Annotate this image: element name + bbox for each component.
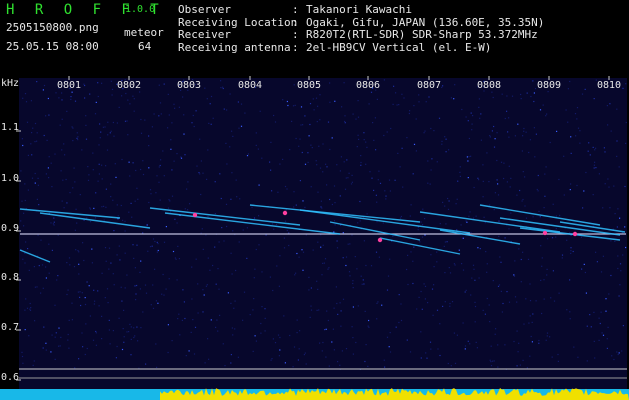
hroft-window: H R O F F T 1.0.0 2505150800.png 25.05.1… — [0, 0, 629, 400]
signal-level-trace — [160, 388, 629, 400]
signal-level-overlay — [160, 388, 629, 400]
